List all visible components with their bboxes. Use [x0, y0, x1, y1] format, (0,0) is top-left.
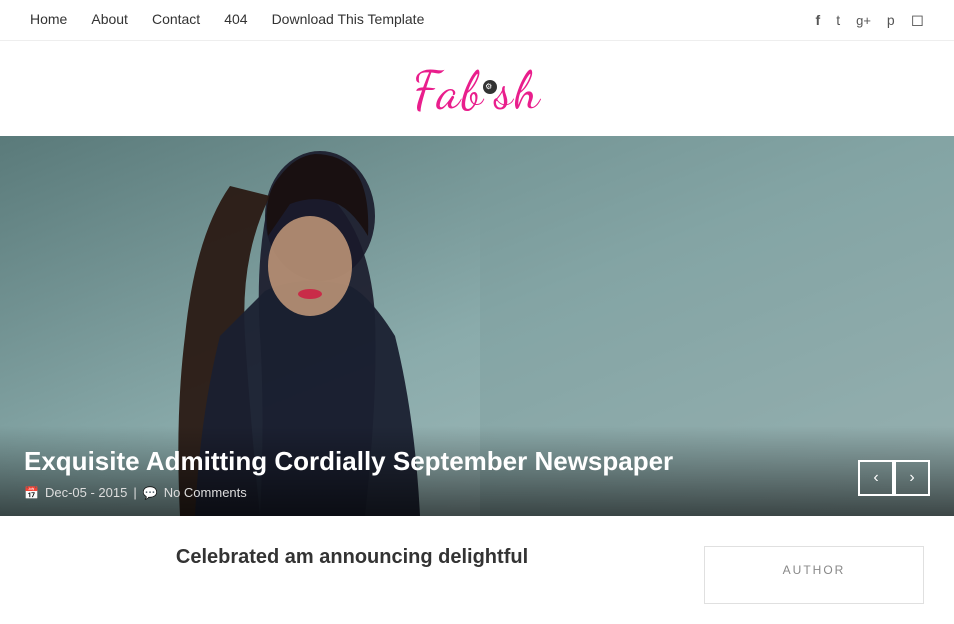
hero-comments: No Comments: [164, 485, 247, 500]
logo-icon: ⚙: [483, 80, 497, 94]
main-content: Celebrated am announcing delightful: [30, 546, 674, 604]
nav-bar: Home About Contact 404 Download This Tem…: [0, 0, 954, 41]
nav-link-contact[interactable]: Contact: [152, 11, 200, 27]
sidebar: AUTHOR: [704, 546, 924, 604]
nav-link-404[interactable]: 404: [224, 11, 247, 27]
twitter-icon[interactable]: t: [836, 12, 840, 28]
nav-links: Home About Contact 404 Download This Tem…: [30, 11, 424, 29]
comment-icon: 💬: [143, 486, 158, 500]
meta-separator: |: [133, 485, 136, 500]
nav-item-download[interactable]: Download This Template: [272, 11, 425, 29]
next-arrow-button[interactable]: ›: [894, 460, 930, 496]
nav-link-download[interactable]: Download This Template: [272, 11, 425, 27]
hero-title: Exquisite Admitting Cordially September …: [24, 446, 930, 477]
pinterest-icon[interactable]: p: [887, 12, 895, 28]
site-logo[interactable]: Fab⚙sh: [413, 59, 542, 122]
hero-meta: 📅 Dec-05 - 2015 | 💬 No Comments: [24, 485, 930, 500]
nav-item-home[interactable]: Home: [30, 11, 67, 29]
googleplus-icon[interactable]: g+: [856, 13, 871, 28]
nav-link-about[interactable]: About: [91, 11, 128, 27]
hero-slider: Exquisite Admitting Cordially September …: [0, 136, 954, 516]
hero-date: Dec-05 - 2015: [45, 485, 127, 500]
instagram-icon[interactable]: ◻: [911, 10, 924, 30]
nav-item-404[interactable]: 404: [224, 11, 247, 29]
article-teaser-title: Celebrated am announcing delightful: [30, 546, 674, 569]
hero-overlay: Exquisite Admitting Cordially September …: [0, 426, 954, 516]
author-heading: AUTHOR: [721, 563, 907, 577]
slider-arrows: ‹ ›: [858, 460, 930, 496]
author-box: AUTHOR: [704, 546, 924, 604]
nav-link-home[interactable]: Home: [30, 11, 67, 27]
content-area: Celebrated am announcing delightful AUTH…: [0, 516, 954, 624]
social-icons: f t g+ p ◻: [816, 10, 924, 30]
prev-arrow-button[interactable]: ‹: [858, 460, 894, 496]
nav-item-about[interactable]: About: [91, 11, 128, 29]
logo-area: Fab⚙sh: [0, 41, 954, 136]
facebook-icon[interactable]: f: [816, 12, 821, 28]
nav-item-contact[interactable]: Contact: [152, 11, 200, 29]
calendar-icon: 📅: [24, 486, 39, 500]
